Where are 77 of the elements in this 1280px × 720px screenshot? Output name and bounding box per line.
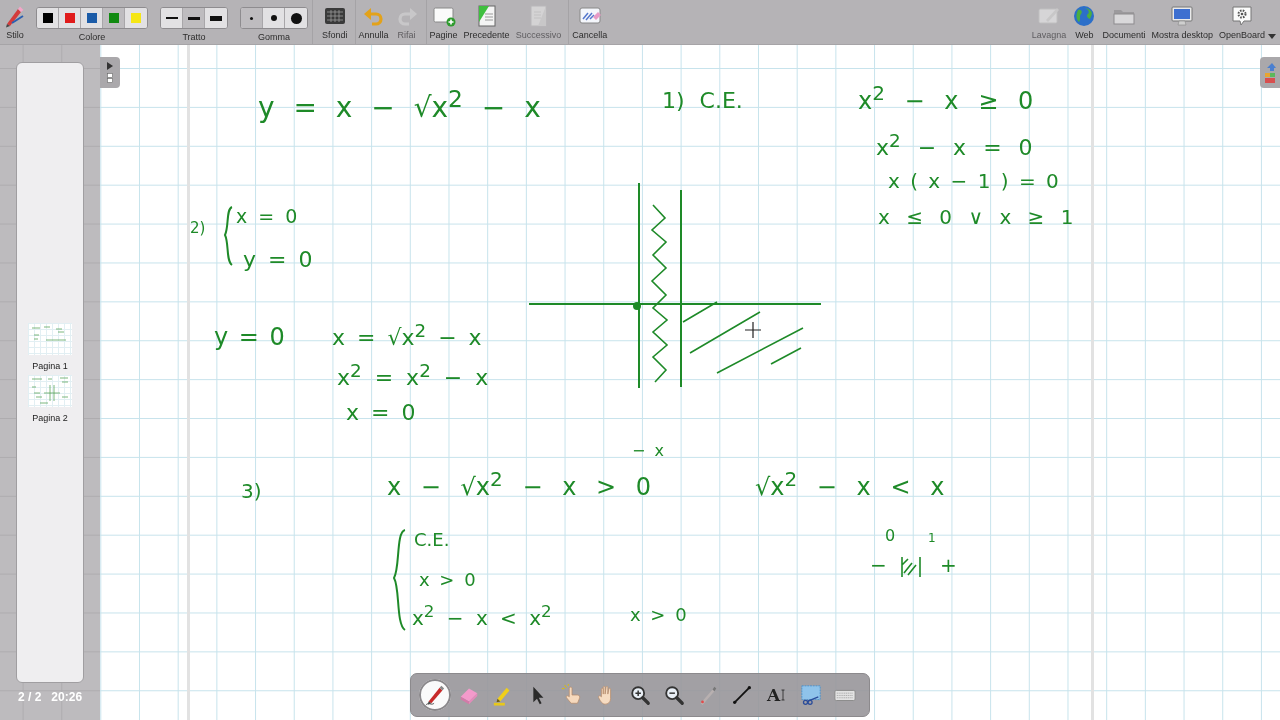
- pages-panel-toggle[interactable]: [100, 57, 120, 88]
- group-label: Gomma: [258, 32, 290, 42]
- stroke-option[interactable]: [161, 8, 183, 28]
- handwritten-note: x$^{2}$ − x = 0: [876, 130, 1033, 161]
- previous-page-button[interactable]: Precedente: [461, 0, 512, 44]
- caret-icon[interactable]: [1268, 34, 1276, 39]
- monitor-icon: [1170, 4, 1195, 28]
- backgrounds-button[interactable]: Sfondi: [320, 0, 350, 44]
- handwritten-note: 3): [241, 480, 262, 503]
- handwritten-note: x$^{2}$ = x$^{2}$ − x: [337, 360, 489, 391]
- dot-icon: [270, 15, 277, 21]
- handwritten-note: C.E.: [414, 530, 450, 551]
- documents-button[interactable]: Documenti: [1100, 0, 1148, 44]
- color-option[interactable]: [37, 8, 59, 28]
- dot-icon: [250, 16, 253, 20]
- page-label: Pagina 1: [32, 360, 68, 371]
- handwritten-note: 1) C.E.: [662, 88, 743, 114]
- handwritten-note: y = 0: [214, 324, 285, 352]
- handwritten-note: 1: [928, 532, 936, 546]
- handwritten-note: x > 0: [630, 605, 687, 626]
- handwritten-note: x = 0: [236, 206, 298, 228]
- handwritten-note: x > 0: [419, 570, 476, 591]
- pointing-hand-icon: [560, 684, 583, 706]
- handwritten-note: − x: [632, 442, 664, 461]
- library-panel-toggle[interactable]: [1260, 57, 1280, 88]
- crosshair-cursor-icon: [745, 322, 761, 338]
- line-icon: [731, 684, 754, 706]
- color-option[interactable]: [103, 8, 125, 28]
- pages-button[interactable]: Pagine: [427, 0, 460, 44]
- zoom-out-icon: [663, 684, 686, 706]
- handwritten-note: −: [870, 554, 887, 577]
- undo-button[interactable]: Annulla: [356, 0, 391, 44]
- clear-button[interactable]: Cancella: [570, 0, 610, 44]
- handwritten-note: x$^{2}$ − x ≥ 0: [858, 82, 1034, 116]
- add-page-icon: [431, 4, 456, 28]
- page-counter: 2 / 2: [18, 690, 42, 704]
- group-label: Colore: [78, 32, 106, 42]
- handwritten-note: 0: [885, 527, 896, 546]
- expand-arrow-icon: [107, 62, 113, 70]
- handwritten-note: y = x − √x$^{2}$ − x: [258, 86, 541, 125]
- line-width-icon: [187, 16, 200, 20]
- web-button[interactable]: Web: [1070, 0, 1099, 44]
- handwritten-note: √x$^{2}$ − x < x: [755, 468, 945, 502]
- line-width-icon: [210, 15, 222, 21]
- dot-icon: [290, 12, 302, 24]
- handwritten-note: +: [940, 554, 957, 577]
- brace-icon: [222, 205, 234, 267]
- screen-capture-icon: [799, 684, 822, 706]
- stylus-button[interactable]: Stilo: [1, 0, 29, 44]
- pen-icon: [424, 684, 446, 706]
- text-cursor-icon: [780, 686, 787, 704]
- handwritten-note: x − √x$^{2}$ − x > 0: [387, 468, 652, 502]
- handwritten-note: x$^{2}$ − x < x$^{2}$: [412, 602, 552, 630]
- stroke-option[interactable]: [183, 8, 205, 28]
- handwritten-note: x = √x$^{2}$ − x: [332, 320, 482, 351]
- handwritten-note: y = 0: [243, 247, 313, 273]
- text-tool-button[interactable]: A: [760, 679, 793, 711]
- openboard-menu-button[interactable]: OpenBoard: [1216, 0, 1267, 44]
- library-icon: [1264, 61, 1276, 84]
- handwritten-note: 2): [190, 220, 206, 238]
- show-desktop-button[interactable]: Mostra desktop: [1149, 0, 1215, 44]
- gear-bubble-icon: [1229, 4, 1254, 28]
- sign-chart-hatch-icon: [898, 555, 924, 579]
- handwritten-note: x ≤ 0 ∨ x ≥ 1: [878, 206, 1074, 229]
- group-label: Tratto: [182, 32, 206, 42]
- handwritten-note: x ( x − 1 ) = 0: [888, 170, 1059, 193]
- zoom-in-icon: [628, 684, 651, 706]
- page-thumbnail[interactable]: [28, 374, 72, 407]
- brace-icon: [391, 528, 407, 632]
- pen-tool-button[interactable]: [419, 679, 451, 711]
- handwritten-note: x = 0: [346, 400, 416, 426]
- line-width-icon: [165, 17, 178, 19]
- page-thumbnail[interactable]: [28, 322, 72, 355]
- pages-icon: [107, 73, 113, 83]
- clock-time: 20:26: [51, 690, 83, 704]
- globe-icon: [1072, 4, 1097, 28]
- page-label: Pagina 2: [32, 412, 68, 423]
